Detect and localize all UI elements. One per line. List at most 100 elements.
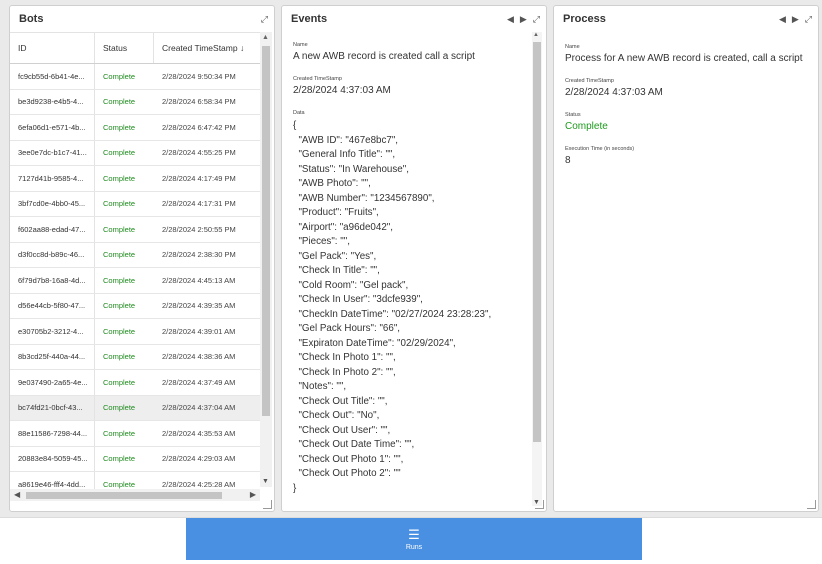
row-status: Complete: [103, 454, 136, 464]
process-name-label: Name: [565, 44, 580, 50]
bots-vertical-scrollbar[interactable]: ▲ ▼: [260, 32, 272, 487]
process-detail: Name Process for A new AWB record is cre…: [554, 32, 814, 192]
scroll-up-icon[interactable]: ▲: [262, 34, 269, 41]
row-status: Complete: [103, 326, 136, 336]
json-line: {: [293, 120, 297, 131]
row-status: Complete: [103, 352, 136, 362]
expand-icon[interactable]: ⤢: [533, 14, 540, 24]
json-line: "General Info Title": "",: [293, 149, 396, 160]
process-execution-time-value: 8: [565, 155, 571, 166]
row-created-timestamp: 2/28/2024 4:37:49 AM: [162, 377, 236, 387]
bots-header: Bots ⤢: [10, 6, 274, 32]
previous-icon[interactable]: ◀: [779, 14, 786, 24]
event-data-label: Data: [293, 110, 305, 116]
column-header-id[interactable]: ID: [10, 33, 95, 63]
row-id: d56e44cb-5f80-47...: [10, 293, 95, 318]
process-status-label: Status: [565, 112, 581, 118]
json-line: "Cold Room": "Gel pack",: [293, 279, 409, 291]
row-created-timestamp: 2/28/2024 4:29:03 AM: [162, 454, 236, 464]
bots-horizontal-scrollbar[interactable]: ◀ ▶: [10, 489, 260, 501]
row-status: Complete: [103, 199, 136, 209]
row-status: Complete: [103, 224, 136, 234]
row-id: 3bf7cd0e-4bb0-45...: [10, 191, 95, 216]
table-row[interactable]: f602aa88-edad-47... Complete 2/28/2024 2:5…: [10, 217, 260, 243]
table-row[interactable]: d3f0cc8d-b89c-46... Complete 2/28/2024 2:3…: [10, 242, 260, 268]
json-line: "Pieces": "",: [293, 236, 350, 247]
table-row[interactable]: fc9cb55d-6b41-4e... Complete 2/28/2024 9:5…: [10, 64, 260, 90]
bots-title: Bots: [19, 13, 44, 25]
column-header-status[interactable]: Status: [95, 33, 154, 63]
row-status: Complete: [103, 71, 136, 81]
next-icon[interactable]: ▶: [792, 14, 799, 24]
column-header-created-timestamp[interactable]: Created TimeStamp ↓: [154, 33, 260, 63]
table-row[interactable]: 88e11586-7298-44... Complete 2/28/2024 4:3…: [10, 421, 260, 447]
resize-grip-icon[interactable]: [263, 500, 272, 509]
row-created-timestamp: 2/28/2024 4:35:53 AM: [162, 428, 236, 438]
json-line: "Status": "In Warehouse",: [293, 163, 409, 175]
row-created-timestamp: 2/28/2024 9:50:34 PM: [162, 71, 236, 81]
runs-button[interactable]: ☰ Runs: [186, 518, 642, 560]
previous-icon[interactable]: ◀: [507, 14, 514, 24]
bottom-bar: ☰ Runs: [0, 517, 822, 564]
json-line: "Product": "Fruits",: [293, 207, 379, 218]
table-row[interactable]: 9e037490-2a65-4e... Complete 2/28/2024 4:3…: [10, 370, 260, 396]
json-line: "Check Out User": "",: [293, 424, 391, 436]
row-id: f602aa88-edad-47...: [10, 217, 95, 242]
list-icon: ☰: [408, 526, 420, 542]
expand-icon[interactable]: ⤢: [805, 14, 812, 24]
row-id: 6f79d7b8-16a8-4d...: [10, 268, 95, 293]
scroll-right-icon[interactable]: ▶: [250, 490, 256, 499]
event-name-label: Name: [293, 42, 308, 48]
row-created-timestamp: 2/28/2024 4:38:36 AM: [162, 352, 236, 362]
bots-horizontal-scroll-thumb[interactable]: [26, 492, 222, 499]
resize-grip-icon[interactable]: [807, 500, 816, 509]
scroll-up-icon[interactable]: ▲: [533, 32, 539, 38]
table-row[interactable]: 6f79d7b8-16a8-4d... Complete 2/28/2024 4:4…: [10, 268, 260, 294]
table-row[interactable]: be3d9238-e4b5-4... Complete 2/28/2024 6:58…: [10, 89, 260, 115]
resize-grip-icon[interactable]: [535, 500, 544, 509]
row-id: fc9cb55d-6b41-4e...: [10, 64, 95, 89]
row-created-timestamp: 2/28/2024 6:47:42 PM: [162, 122, 236, 132]
row-status: Complete: [103, 377, 136, 387]
row-created-timestamp: 2/28/2024 4:55:25 PM: [162, 148, 236, 158]
table-row[interactable]: 6efa06d1-e571-4b... Complete 2/28/2024 6:4…: [10, 115, 260, 141]
events-vertical-scrollbar[interactable]: ▲ ▼: [532, 32, 542, 506]
json-line: "Expiraton DateTime": "02/29/2024",: [293, 337, 456, 349]
json-line: "Airport": "a96de042",: [293, 221, 393, 233]
bots-vertical-scroll-thumb[interactable]: [262, 46, 270, 416]
next-icon[interactable]: ▶: [520, 14, 527, 24]
process-created-label: Created TimeStamp: [565, 78, 614, 84]
table-row[interactable]: 3ee0e7dc-b1c7-41... Complete 2/28/2024 4:5…: [10, 140, 260, 166]
row-created-timestamp: 2/28/2024 4:17:31 PM: [162, 199, 236, 209]
row-status: Complete: [103, 403, 136, 413]
json-line: "Check Out Photo 2": "": [293, 468, 401, 479]
table-row[interactable]: bc74fd21-0bcf-43... Complete 2/28/2024 4:3…: [10, 395, 260, 421]
table-row[interactable]: 20883e84-5059-45... Complete 2/28/2024 4:2…: [10, 446, 260, 472]
json-line: "Check Out Date Time": "",: [293, 439, 415, 450]
table-row[interactable]: e30705b2-3212-4... Complete 2/28/2024 4:39…: [10, 319, 260, 345]
table-row[interactable]: 3bf7cd0e-4bb0-45... Complete 2/28/2024 4:1…: [10, 191, 260, 217]
table-row[interactable]: 7127d41b-9585-4... Complete 2/28/2024 4:17…: [10, 166, 260, 192]
event-data-json: { "AWB ID": "467e8bc7", "General Info Ti…: [293, 119, 521, 496]
json-line: "Check In User": "3dcfe939",: [293, 294, 423, 305]
row-id: 7127d41b-9585-4...: [10, 166, 95, 191]
scroll-left-icon[interactable]: ◀: [14, 490, 20, 499]
process-created-value: 2/28/2024 4:37:03 AM: [565, 87, 663, 98]
row-status: Complete: [103, 173, 136, 183]
expand-icon[interactable]: ⤢: [261, 14, 268, 24]
process-status-value: Complete: [565, 121, 608, 132]
scroll-down-icon[interactable]: ▼: [262, 478, 269, 485]
process-title: Process: [563, 13, 606, 25]
row-created-timestamp: 2/28/2024 4:37:04 AM: [162, 403, 236, 413]
row-status: Complete: [103, 301, 136, 311]
events-vertical-scroll-thumb[interactable]: [533, 42, 541, 442]
json-line: "AWB Photo": "",: [293, 178, 371, 189]
events-panel: Events ◀ ▶ ⤢ Name A new AWB record is cr…: [281, 5, 547, 512]
events-title: Events: [291, 13, 328, 25]
json-line: "AWB Number": "1234567890",: [293, 192, 435, 204]
process-name-value: Process for A new AWB record is created,…: [565, 53, 803, 64]
json-line: "CheckIn DateTime": "02/27/2024 23:28:23…: [293, 308, 492, 320]
table-row[interactable]: 8b3cd25f-440a-44... Complete 2/28/2024 4:3…: [10, 344, 260, 370]
table-row[interactable]: d56e44cb-5f80-47... Complete 2/28/2024 4:3…: [10, 293, 260, 319]
row-created-timestamp: 2/28/2024 4:17:49 PM: [162, 173, 236, 183]
